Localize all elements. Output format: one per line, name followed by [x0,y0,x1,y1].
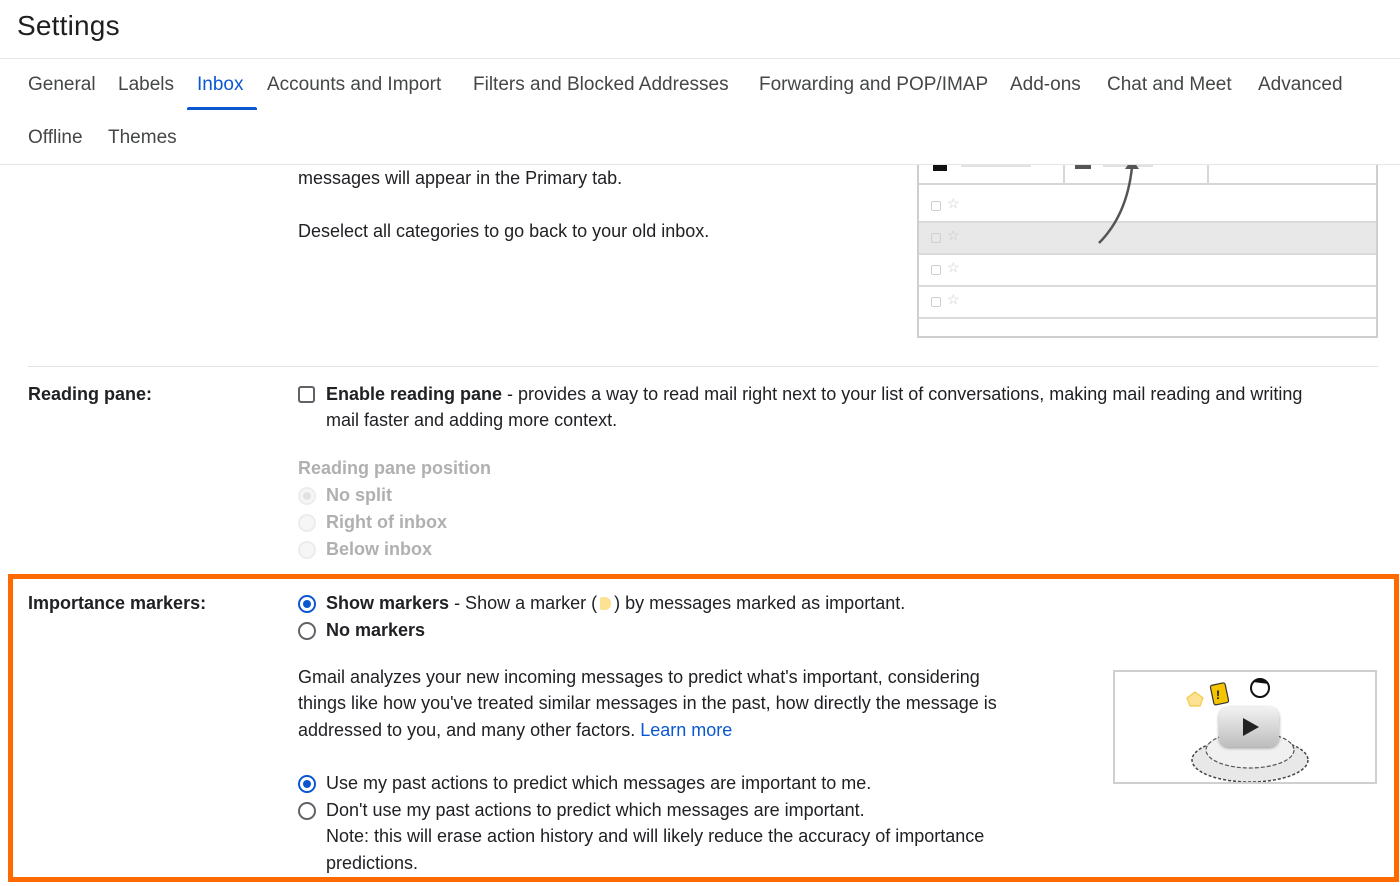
tab-accounts-and-import[interactable]: Accounts and Import [267,74,441,96]
tab-inbox[interactable]: Inbox [197,74,243,96]
right-of-inbox-label: Right of inbox [326,512,447,532]
settings-header: Settings [0,0,1400,59]
no-markers-radio[interactable] [298,622,316,640]
tab-filters-and-blocked-addresses[interactable]: Filters and Blocked Addresses [473,74,729,96]
settings-tabs: General Labels Inbox Accounts and Import… [0,59,1400,165]
importance-markers-label: Importance markers: [28,593,207,613]
importance-explanation-line1: Gmail analyzes your new incoming message… [298,667,980,687]
tab-add-ons[interactable]: Add-ons [1010,74,1081,96]
show-markers-radio[interactable] [298,595,316,613]
importance-marker-icon [600,597,612,610]
tab-chat-and-meet[interactable]: Chat and Meet [1107,74,1232,96]
categories-deselect-text: Deselect all categories to go back to yo… [298,221,710,241]
use-past-actions-label[interactable]: Use my past actions to predict which mes… [326,773,871,794]
inbox-categories-illustration: ☆ ☆ ☆ ☆ [917,155,1378,338]
use-past-actions-radio[interactable] [298,775,316,793]
importance-explanation-line2: things like how you've treated similar m… [298,693,997,713]
learn-more-link[interactable]: Learn more [640,720,732,740]
reading-pane-description-line2: mail faster and adding more context. [326,410,618,430]
tab-general[interactable]: General [28,74,96,96]
importance-explanation-line3: addressed to you, and many other factors… [298,720,733,740]
tab-labels[interactable]: Labels [118,74,174,96]
reading-pane-position-heading: Reading pane position [298,458,492,478]
show-markers-label[interactable]: Show markers [326,593,449,613]
enable-reading-pane-label[interactable]: Enable reading pane [326,384,502,404]
enable-reading-pane-checkbox[interactable] [298,386,315,403]
right-of-inbox-radio[interactable] [298,514,316,532]
importance-video-thumbnail[interactable]: ! [1113,670,1377,784]
categories-primary-text: messages will appear in the Primary tab. [298,168,623,188]
below-inbox-label: Below inbox [326,539,433,559]
tab-forwarding-and-pop-imap[interactable]: Forwarding and POP/IMAP [759,74,988,96]
no-split-radio[interactable] [298,487,316,505]
erase-history-note-line1: Note: this will erase action history and… [326,826,985,846]
page-title: Settings [17,10,120,41]
reading-pane-description: Enable reading pane - provides a way to … [326,384,1303,404]
no-markers-label[interactable]: No markers [326,620,425,641]
no-split-label: No split [326,485,392,505]
dont-use-past-actions-label[interactable]: Don't use my past actions to predict whi… [326,800,865,821]
play-icon[interactable] [1219,707,1279,747]
tab-offline[interactable]: Offline [28,127,83,149]
active-tab-indicator [187,107,257,110]
svg-text:!: ! [1216,688,1220,702]
section-divider [28,366,1378,367]
tab-themes[interactable]: Themes [108,127,177,149]
drag-arrow-icon [1098,159,1139,244]
tab-advanced[interactable]: Advanced [1258,74,1343,96]
settings-page: messages will appear in the Primary tab.… [0,0,1400,886]
reading-pane-label: Reading pane: [28,384,153,404]
below-inbox-radio[interactable] [298,541,316,559]
erase-history-note-line2: predictions. [326,853,419,873]
show-markers-description: Show markers - Show a marker () by messa… [326,593,906,613]
dont-use-past-actions-radio[interactable] [298,802,316,820]
